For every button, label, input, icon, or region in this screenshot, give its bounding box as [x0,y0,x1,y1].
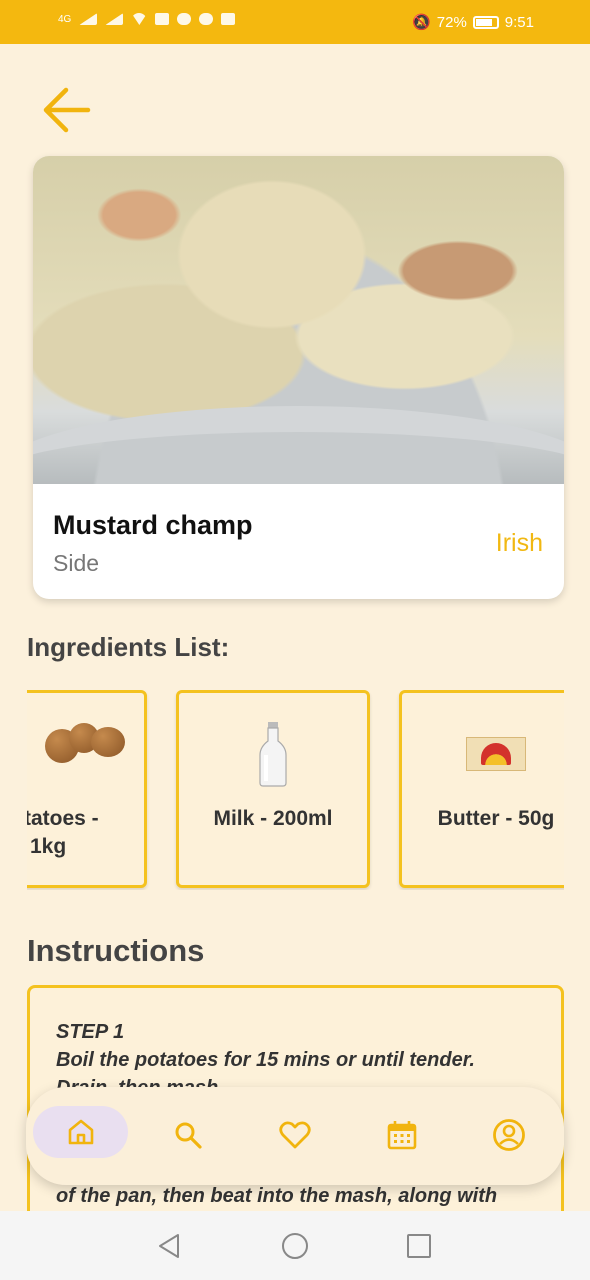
butter-pack-icon [466,737,526,771]
circle-home-icon [282,1233,308,1259]
signal-icon [79,13,98,25]
user-circle-icon [493,1119,525,1151]
ingredient-label: Butter - 50g [437,807,555,830]
nav-profile[interactable] [483,1109,535,1161]
ingredient-card-butter[interactable]: Butter - 50g [399,690,564,888]
arrow-left-icon [43,87,91,133]
back-button[interactable] [40,86,92,134]
instruction-continuation: of the pan, then beat into the mash, alo… [56,1185,498,1207]
ingredient-label: tatoes - 1kg [27,805,126,861]
ingredient-label: Milk - 200ml [213,807,333,830]
system-recents-button[interactable] [404,1231,434,1261]
home-icon [68,1119,93,1145]
ingredient-card-potatoes[interactable]: tatoes - 1kg [27,690,147,888]
status-bar: 4G 🔕 72% 9:51 [0,0,590,44]
potatoes-icon [43,721,133,765]
search-icon [175,1122,202,1149]
ingredient-card-milk[interactable]: Milk - 200ml [176,690,370,888]
triangle-back-icon [159,1234,179,1258]
heart-icon [279,1121,311,1149]
nav-home[interactable] [33,1106,128,1158]
status-icons-right: 🔕 72% 9:51 [412,13,534,32]
recipe-category: Side [53,550,100,576]
ingredient-label-line2: 1kg [30,835,67,858]
recipe-name: Mustard champ [53,510,253,540]
wifi-icon [131,13,148,25]
recipe-area: Irish [495,529,543,557]
calendar-status-icon [221,13,236,25]
clock: 9:51 [504,13,534,31]
step-text: Boil the potatoes for 15 mins or until t… [56,1049,475,1071]
nav-favorites[interactable] [269,1109,321,1161]
video-icon [155,13,170,25]
signal-icon-2 [105,13,124,25]
system-back-button[interactable] [154,1231,184,1261]
milk-bottle-icon [258,721,288,792]
network-type: 4G [58,13,72,25]
nav-search[interactable] [162,1109,214,1161]
chat-icon [199,13,214,25]
ingredient-label-line1: tatoes - [27,807,99,830]
system-home-button[interactable] [280,1231,310,1261]
bottom-navigation [26,1087,564,1185]
recipe-card: Mustard champ Side Irish [33,156,564,599]
battery-icon [472,15,499,29]
ingredients-list[interactable]: tatoes - 1kg Milk - 200ml Butter - 50g [27,690,564,890]
square-recents-icon [407,1234,431,1258]
cloud-icon [177,13,192,25]
system-navigation-bar [0,1211,590,1280]
status-icons-left: 4G [58,13,236,25]
calendar-icon [387,1121,417,1150]
recipe-photo [33,156,564,484]
nav-calendar[interactable] [376,1109,428,1161]
step-heading: STEP 1 [56,1021,125,1043]
battery-percent: 72% [436,13,467,31]
mute-icon: 🔕 [412,14,431,31]
ingredients-title: Ingredients List: [27,632,230,662]
instructions-title: Instructions [27,933,205,968]
